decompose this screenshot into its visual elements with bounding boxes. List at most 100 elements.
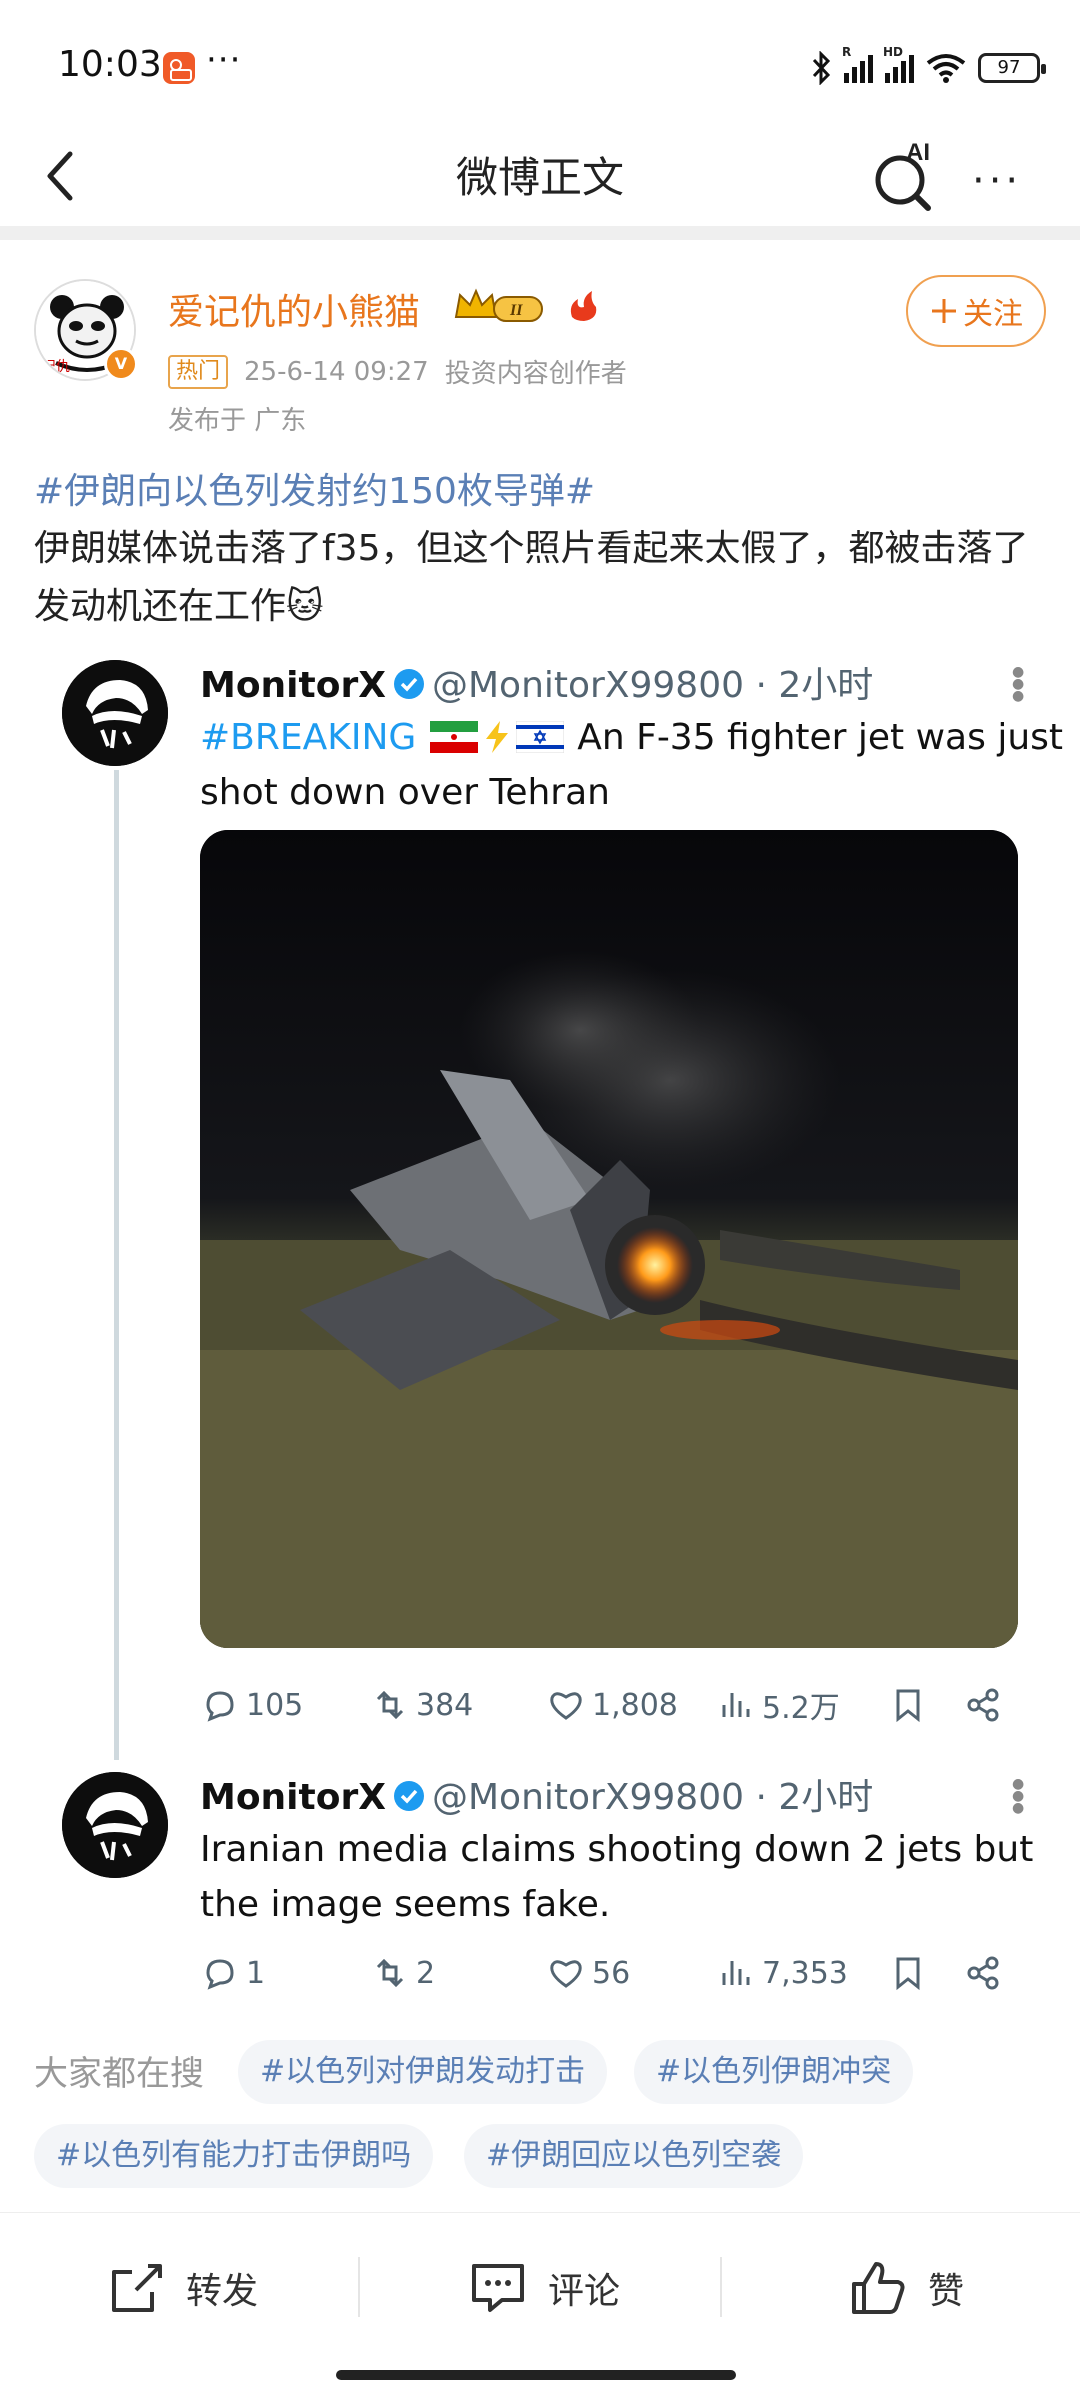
post-author: 记仇 V 爱记仇的小熊猫 II 热门 25-6-14 09:27 投资内容创作者… — [34, 275, 1046, 445]
hot-search-label: 大家都在搜 — [34, 2054, 204, 2094]
reply-action[interactable]: 105 — [200, 1685, 370, 1725]
like-button[interactable]: 赞 — [846, 2213, 964, 2363]
verified-check-icon — [393, 1781, 424, 1811]
share-icon — [967, 1688, 999, 1722]
post-text: 伊朗媒体说击落了f35，但这个照片看起来太假了，都被击落了发动机还在工作 — [34, 528, 1029, 627]
ai-search-icon[interactable]: AI — [870, 136, 940, 216]
reply-action[interactable]: 1 — [200, 1953, 370, 1993]
breaking-hashtag[interactable]: #BREAKING — [200, 717, 416, 758]
signal-hd-label: HD — [883, 45, 904, 59]
comment-icon — [472, 2264, 524, 2312]
tweet-handle: @MonitorX99800 — [431, 665, 745, 706]
reply-icon — [206, 1959, 234, 1990]
bluetooth-icon — [812, 51, 831, 85]
plus-icon — [932, 299, 956, 323]
tweet-text: #BREAKING An F-35 fighter jet was just s… — [200, 710, 1080, 820]
bookmark-action[interactable] — [888, 1953, 964, 1993]
tweet-time: · 2小时 — [755, 665, 874, 706]
post-date: 25-6-14 09:27 — [244, 356, 429, 387]
repost-button[interactable]: 转发 — [104, 2213, 258, 2363]
share-action[interactable] — [964, 1685, 1004, 1725]
post-location: 发布于 广东 — [168, 406, 307, 436]
bar-divider — [720, 2257, 722, 2317]
view-count: 5.2万 — [762, 1691, 840, 1726]
retweet-count: 384 — [416, 1687, 474, 1723]
hot-badge: 热门 — [168, 354, 229, 389]
tweet-photo-jet-wreck[interactable] — [200, 830, 1018, 1648]
views-action[interactable]: 5.2万 — [716, 1683, 888, 1727]
like-count: 56 — [592, 1955, 631, 1991]
section-divider — [0, 226, 1080, 240]
tweet-avatar — [62, 1772, 168, 1878]
like-label: 赞 — [928, 2271, 965, 2312]
tweet-more-icon[interactable]: ● ● ● — [1012, 665, 1024, 703]
share-action[interactable] — [964, 1953, 1004, 1993]
thumbs-up-icon — [852, 2262, 905, 2314]
battery-indicator: 97 — [978, 53, 1046, 83]
tweet-actions: 1 2 56 7,353 — [200, 1948, 1060, 1998]
tweet-more-icon[interactable]: ● ● ● — [1012, 1777, 1024, 1815]
comment-label: 评论 — [548, 2271, 621, 2312]
hot-search-chip[interactable]: #以色列对伊朗发动打击 — [238, 2040, 608, 2104]
signal-hd-icon: HD — [883, 45, 914, 83]
share-icon — [967, 1956, 999, 1990]
tweet-time: · 2小时 — [755, 1777, 874, 1818]
system-icons: R HD 97 — [810, 45, 1046, 88]
monitorx-avatar-icon — [62, 660, 168, 766]
verified-badge-icon: V — [104, 347, 138, 381]
tweet-author-name[interactable]: MonitorX — [200, 1777, 386, 1818]
follow-button[interactable]: 关注 — [906, 275, 1046, 347]
bookmark-action[interactable] — [888, 1685, 964, 1725]
ai-label: AI — [906, 139, 930, 166]
cat-emoji-icon: 🐱 — [286, 586, 324, 627]
avatar-caption: 记仇 — [42, 359, 70, 375]
nav-header: 微博正文 AI ··· — [0, 130, 1080, 226]
post-body: 伊朗媒体说击落了f35，但这个照片看起来太假了，都被击落了发动机还在工作🐱 — [34, 520, 1046, 636]
repost-share-icon — [112, 2264, 162, 2312]
follow-label: 关注 — [963, 297, 1023, 332]
status-time: 10:03 — [58, 44, 162, 85]
hot-search-chip[interactable]: #伊朗回应以色列空袭 — [464, 2124, 804, 2188]
like-action[interactable]: 56 — [546, 1953, 716, 1993]
tweet-author-name[interactable]: MonitorX — [200, 665, 386, 706]
retweet-action[interactable]: 2 — [370, 1953, 546, 1993]
author-name[interactable]: 爱记仇的小熊猫 — [168, 283, 420, 335]
wifi-icon — [926, 54, 966, 83]
views-chart-icon — [722, 1961, 750, 1985]
author-role: 投资内容创作者 — [444, 359, 627, 389]
comment-button[interactable]: 评论 — [466, 2213, 620, 2363]
views-action[interactable]: 7,353 — [716, 1953, 888, 1993]
retweet-icon — [376, 1958, 404, 1988]
app-notification-icon — [163, 52, 195, 84]
retweet-count: 2 — [416, 1955, 436, 1991]
israel-flag-icon — [515, 721, 564, 753]
more-options-button[interactable]: ··· — [972, 158, 1022, 204]
crown-level-icon: II — [454, 288, 543, 322]
view-count: 7,353 — [762, 1955, 848, 1991]
crown-level-text: II — [509, 302, 523, 319]
hot-search-chip[interactable]: #以色列伊朗冲突 — [634, 2040, 914, 2104]
verified-check-icon — [393, 669, 424, 699]
bookmark-icon — [896, 1957, 920, 1991]
status-bar: 10:03 ··· R HD 97 — [0, 0, 1080, 130]
tweet-text: Iranian media claims shooting down 2 jet… — [200, 1829, 1034, 1925]
reply-icon — [206, 1691, 234, 1722]
jet-wreck-image — [200, 830, 1018, 1648]
retweet-icon — [376, 1690, 404, 1720]
iran-flag-icon — [429, 721, 478, 753]
home-indicator[interactable] — [336, 2370, 736, 2380]
tweet-header: MonitorX @MonitorX99800 · 2小时 — [200, 656, 873, 708]
like-action[interactable]: 1,808 — [546, 1685, 716, 1725]
hot-search-chip[interactable]: #以色列有能力打击伊朗吗 — [34, 2124, 434, 2188]
fire-badge-icon — [570, 291, 597, 321]
tweet-handle: @MonitorX99800 — [431, 1777, 745, 1818]
retweet-action[interactable]: 384 — [370, 1685, 546, 1725]
bookmark-icon — [896, 1689, 920, 1723]
status-more-dots: ··· — [206, 40, 242, 80]
tweet-avatar — [62, 660, 168, 766]
reply-count: 1 — [246, 1955, 266, 1991]
bottom-action-bar: 转发 评论 赞 — [0, 2212, 1080, 2362]
reply-count: 105 — [246, 1687, 304, 1723]
post-topic-link[interactable]: #伊朗向以色列发射约150枚导弹# — [34, 462, 595, 514]
repost-label: 转发 — [186, 2271, 259, 2312]
